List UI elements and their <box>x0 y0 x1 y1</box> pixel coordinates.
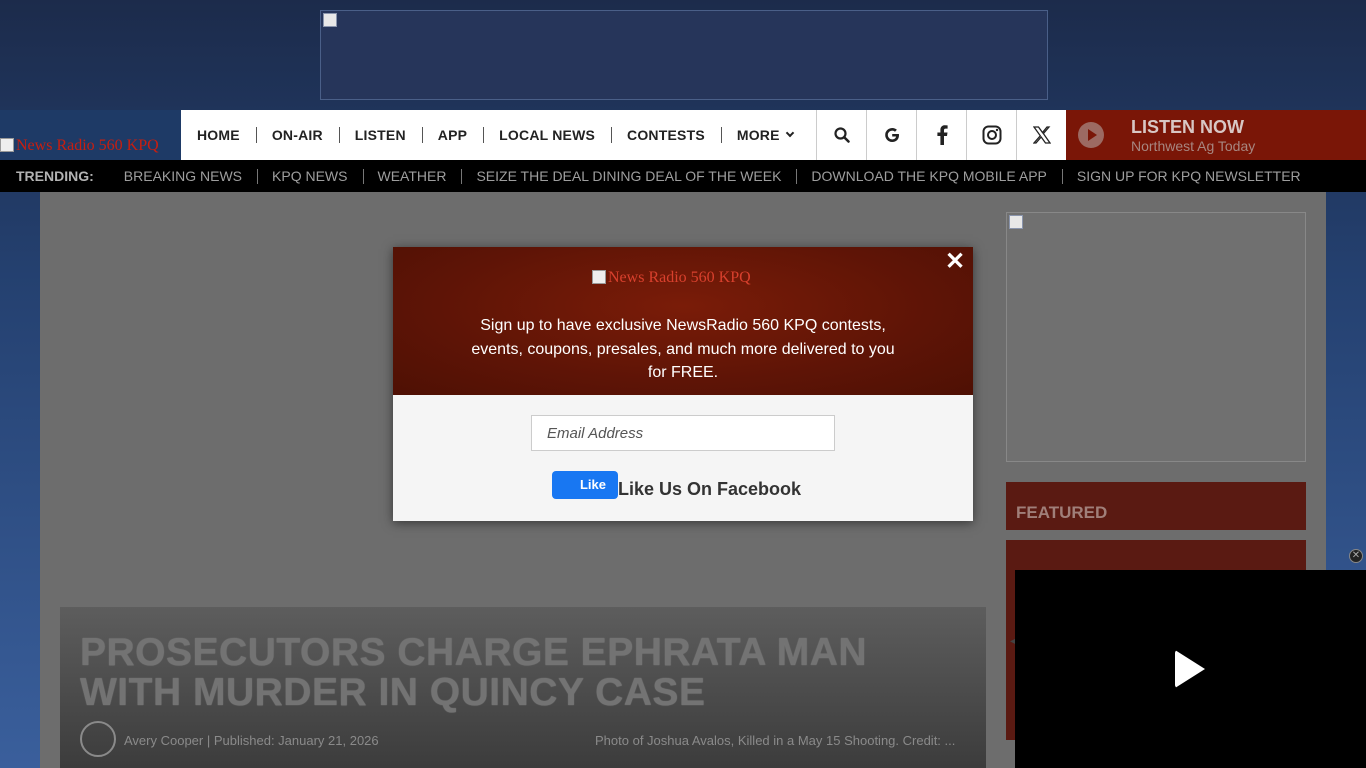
trending-label: TRENDING: <box>16 168 94 184</box>
search-icon <box>833 127 850 143</box>
listen-now-button[interactable]: LISTEN NOW Northwest Ag Today <box>1066 110 1366 160</box>
chevron-down-icon <box>785 128 794 138</box>
trending-item[interactable]: WEATHER <box>362 168 462 184</box>
instagram-icon <box>982 125 1001 145</box>
facebook-button[interactable] <box>916 110 966 160</box>
nav-app[interactable]: APP <box>421 110 483 160</box>
nav-on-air[interactable]: ON-AIR <box>255 110 339 160</box>
broken-image-icon <box>592 270 606 284</box>
facebook-icon <box>936 125 948 145</box>
x-button[interactable] <box>1016 110 1066 160</box>
featured-header: FEATURED <box>1006 482 1306 530</box>
nav-more-label: MORE <box>736 127 780 143</box>
trending-item[interactable]: KPQ NEWS <box>257 168 362 184</box>
email-field[interactable] <box>531 415 835 451</box>
trending-item[interactable]: DOWNLOAD THE KPQ MOBILE APP <box>796 168 1061 184</box>
article-hero: PROSECUTORS CHARGE EPHRATA MAN WITH MURD… <box>60 607 986 768</box>
nav-home[interactable]: HOME <box>181 110 256 160</box>
modal-form: Like Like Us On Facebook <box>393 395 973 521</box>
video-player[interactable] <box>1015 570 1366 768</box>
nav-local-news[interactable]: LOCAL NEWS <box>483 110 611 160</box>
top-banner-ad[interactable] <box>320 10 1048 100</box>
nav-contests[interactable]: CONTESTS <box>611 110 721 160</box>
video-close-button[interactable]: ✕ <box>1349 549 1363 563</box>
modal-logo: News Radio 560 KPQ <box>592 269 751 287</box>
site-header: News Radio 560 KPQ HOME ON-AIR LISTEN AP… <box>0 110 1366 160</box>
newsletter-modal: ✕ News Radio 560 KPQ Sign up to have exc… <box>393 247 973 521</box>
close-icon[interactable]: ✕ <box>945 250 965 274</box>
author-byline: Avery Cooper | Published: January 21, 20… <box>124 733 379 748</box>
featured-label: FEATURED <box>1016 503 1108 522</box>
logo-alt-text[interactable]: News Radio 560 KPQ <box>0 137 159 155</box>
listen-now-title: LISTEN NOW <box>1131 117 1244 137</box>
facebook-like-button[interactable]: Like <box>552 471 618 499</box>
article-title: PROSECUTORS CHARGE EPHRATA MAN WITH MURD… <box>80 631 868 714</box>
google-button[interactable] <box>866 110 916 160</box>
broken-image-icon <box>1009 215 1023 229</box>
trending-item[interactable]: BREAKING NEWS <box>109 168 257 184</box>
search-button[interactable] <box>816 110 866 160</box>
modal-description: Sign up to have exclusive NewsRadio 560 … <box>471 317 895 381</box>
instagram-button[interactable] <box>966 110 1016 160</box>
play-icon[interactable] <box>1175 650 1205 688</box>
site-logo[interactable]: News Radio 560 KPQ <box>0 110 181 160</box>
trending-bar: TRENDING: BREAKING NEWS KPQ NEWS WEATHER… <box>0 160 1366 192</box>
listen-now-show: Northwest Ag Today <box>1131 138 1256 154</box>
broken-image-icon <box>0 138 14 152</box>
facebook-like-label: Like Us On Facebook <box>618 479 802 499</box>
modal-header: ✕ News Radio 560 KPQ Sign up to have exc… <box>393 247 973 395</box>
broken-image-icon <box>323 13 337 27</box>
x-icon <box>1032 126 1051 144</box>
trending-item[interactable]: SIGN UP FOR KPQ NEWSLETTER <box>1061 168 1316 184</box>
google-icon <box>884 127 899 142</box>
play-icon <box>1078 122 1104 148</box>
trending-item[interactable]: SEIZE THE DEAL DINING DEAL OF THE WEEK <box>461 168 796 184</box>
author-avatar[interactable] <box>80 721 116 757</box>
nav-listen[interactable]: LISTEN <box>338 110 422 160</box>
nav-more[interactable]: MORE <box>720 110 809 160</box>
main-nav: HOME ON-AIR LISTEN APP LOCAL NEWS CONTES… <box>181 110 809 160</box>
photo-caption: Photo of Joshua Avalos, Killed in a May … <box>595 733 956 748</box>
sidebar-ad[interactable] <box>1006 212 1306 462</box>
